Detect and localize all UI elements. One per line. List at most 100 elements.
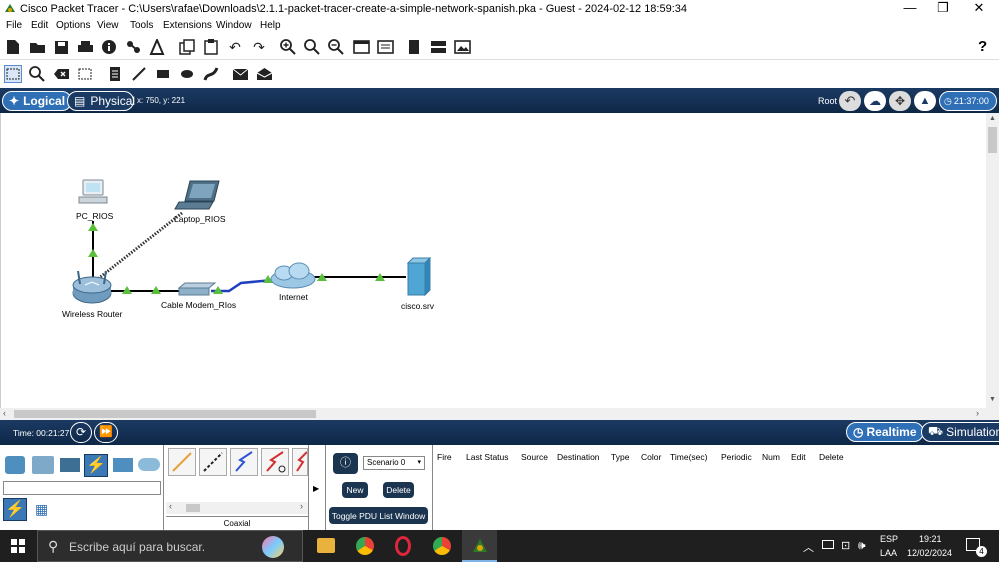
resize-icon[interactable] <box>76 65 94 83</box>
multiuser-icon[interactable] <box>138 458 160 471</box>
conn-scroll-right-icon[interactable]: › <box>300 501 303 511</box>
device-search-input[interactable] <box>3 481 161 495</box>
back-icon[interactable]: ↶ <box>839 91 861 111</box>
restore-button[interactable]: ❐ <box>926 0 960 18</box>
tray-chevron-icon[interactable]: ︿ <box>803 539 814 555</box>
select-icon[interactable] <box>4 65 22 83</box>
copilot-icon[interactable] <box>262 536 284 558</box>
power-cycle-icon[interactable]: ⟳ <box>70 422 92 443</box>
draw-ellipse-icon[interactable] <box>178 65 196 83</box>
realtime-tab[interactable]: ◷ Realtime <box>846 422 924 442</box>
cluster-view-icon[interactable]: ☁ <box>864 91 886 111</box>
activity-wizard-icon[interactable] <box>148 38 166 56</box>
redo-icon[interactable]: ↷ <box>250 38 268 56</box>
scenario-select[interactable]: Scenario 0 ▾ <box>363 456 425 470</box>
new-scenario-button[interactable]: New <box>342 482 368 498</box>
horizontal-scroll-thumb[interactable] <box>14 410 316 418</box>
print-icon[interactable] <box>76 38 94 56</box>
tab-logical[interactable]: ✦ Logical <box>2 91 73 111</box>
keyboard-layout-label[interactable]: LAA <box>880 548 897 558</box>
open-folder-icon[interactable] <box>28 38 46 56</box>
drawing-palette-icon[interactable] <box>352 38 370 56</box>
horizontal-scrollbar[interactable]: ‹ › <box>0 408 999 420</box>
vertical-scrollbar[interactable]: ▲ ▼ <box>986 113 999 408</box>
background-image-icon[interactable]: ▲ <box>914 91 936 111</box>
server-rack-icon[interactable] <box>429 38 447 56</box>
simulation-tab[interactable]: ⛟ Simulation <box>921 422 999 442</box>
volume-icon[interactable]: 🕪 <box>858 538 866 553</box>
console-cable-icon[interactable] <box>168 448 196 476</box>
simple-pdu-icon[interactable] <box>231 65 249 83</box>
menu-file[interactable]: File <box>6 20 22 31</box>
help-icon[interactable]: ? <box>978 38 987 55</box>
components-icon[interactable] <box>60 458 80 472</box>
inspect-icon[interactable] <box>28 65 46 83</box>
auto-connection-icon[interactable]: ⚡ <box>3 498 27 521</box>
tab-physical[interactable]: ▤ Physical <box>67 91 135 111</box>
menu-help[interactable]: Help <box>260 20 281 31</box>
crossover-icon[interactable] <box>230 448 258 476</box>
complex-pdu-icon[interactable] <box>255 65 273 83</box>
conn-scroll-left-icon[interactable]: ‹ <box>169 501 172 511</box>
custom-devices-icon[interactable] <box>376 38 394 56</box>
conn-scroll-thumb[interactable] <box>186 504 200 512</box>
draw-rectangle-icon[interactable] <box>154 65 172 83</box>
scroll-up-icon[interactable]: ▲ <box>989 115 996 122</box>
image-icon[interactable] <box>453 38 471 56</box>
battery-icon[interactable] <box>822 540 834 549</box>
end-devices-icon[interactable] <box>32 456 54 474</box>
menu-options[interactable]: Options <box>56 20 90 31</box>
zoom-out-icon[interactable] <box>327 38 345 56</box>
language-label[interactable]: ESP <box>880 534 898 544</box>
menu-window[interactable]: Window <box>216 20 252 31</box>
chrome-icon[interactable] <box>356 537 374 555</box>
connection-scrollbar[interactable]: ‹ › <box>166 501 308 514</box>
scroll-left-icon[interactable]: ‹ <box>3 408 6 418</box>
menu-tools[interactable]: Tools <box>130 20 153 31</box>
close-button[interactable]: ✕ <box>962 0 996 18</box>
move-icon[interactable]: ✥ <box>889 91 911 111</box>
clock-time[interactable]: 19:21 <box>919 534 942 544</box>
new-file-icon[interactable] <box>4 38 22 56</box>
menu-view[interactable]: View <box>97 20 119 31</box>
serial-dte-icon[interactable] <box>292 448 308 476</box>
zoom-in-icon[interactable] <box>279 38 297 56</box>
undo-icon[interactable]: ↶ <box>226 38 244 56</box>
connections-icon[interactable]: ⚡ <box>84 454 108 477</box>
menu-edit[interactable]: Edit <box>31 20 48 31</box>
info-icon[interactable] <box>100 38 118 56</box>
chrome-profile-icon[interactable] <box>433 537 451 555</box>
save-icon[interactable] <box>52 38 70 56</box>
opera-icon[interactable] <box>395 536 411 556</box>
logical-workspace[interactable]: PC_RIOS Laptop_RIOS Wireless Router Cabl… <box>0 113 986 408</box>
copy-icon[interactable] <box>178 38 196 56</box>
note-icon[interactable] <box>106 65 124 83</box>
freeform-icon[interactable] <box>202 65 220 83</box>
menu-extensions[interactable]: Extensions <box>163 20 212 31</box>
taskbar-search-box[interactable]: ⚲ Escribe aquí para buscar. <box>37 530 303 562</box>
delete-scenario-button[interactable]: Delete <box>383 482 414 498</box>
windows-start-icon[interactable] <box>11 539 25 556</box>
vertical-scroll-thumb[interactable] <box>988 127 997 153</box>
network-icon[interactable]: ⊡ <box>841 539 850 552</box>
zoom-reset-icon[interactable] <box>303 38 321 56</box>
miscellaneous-icon[interactable] <box>113 458 133 472</box>
toggle-pdu-list-button[interactable]: Toggle PDU List Window <box>329 507 428 524</box>
expand-arrow-icon[interactable]: ▶ <box>313 484 319 493</box>
fast-forward-icon[interactable]: ⏩ <box>94 422 118 443</box>
scroll-right-icon[interactable]: › <box>976 408 979 418</box>
cluster-icon[interactable] <box>405 38 423 56</box>
network-devices-icon[interactable] <box>5 456 25 474</box>
scroll-down-icon[interactable]: ▼ <box>989 396 996 403</box>
straight-through-icon[interactable] <box>199 448 227 476</box>
draw-line-icon[interactable] <box>130 65 148 83</box>
scenario-info-icon[interactable]: ⓘ <box>333 453 358 474</box>
delete-icon[interactable] <box>52 65 70 83</box>
clock-button[interactable]: ◷ 21:37:00 <box>939 91 997 111</box>
paste-icon[interactable] <box>202 38 220 56</box>
grid-icon[interactable]: ▦ <box>35 502 49 516</box>
minimize-button[interactable]: — <box>893 0 927 18</box>
serial-dce-icon[interactable] <box>261 448 289 476</box>
network-info-icon[interactable] <box>124 38 142 56</box>
packet-tracer-taskbar-button[interactable] <box>462 530 497 562</box>
